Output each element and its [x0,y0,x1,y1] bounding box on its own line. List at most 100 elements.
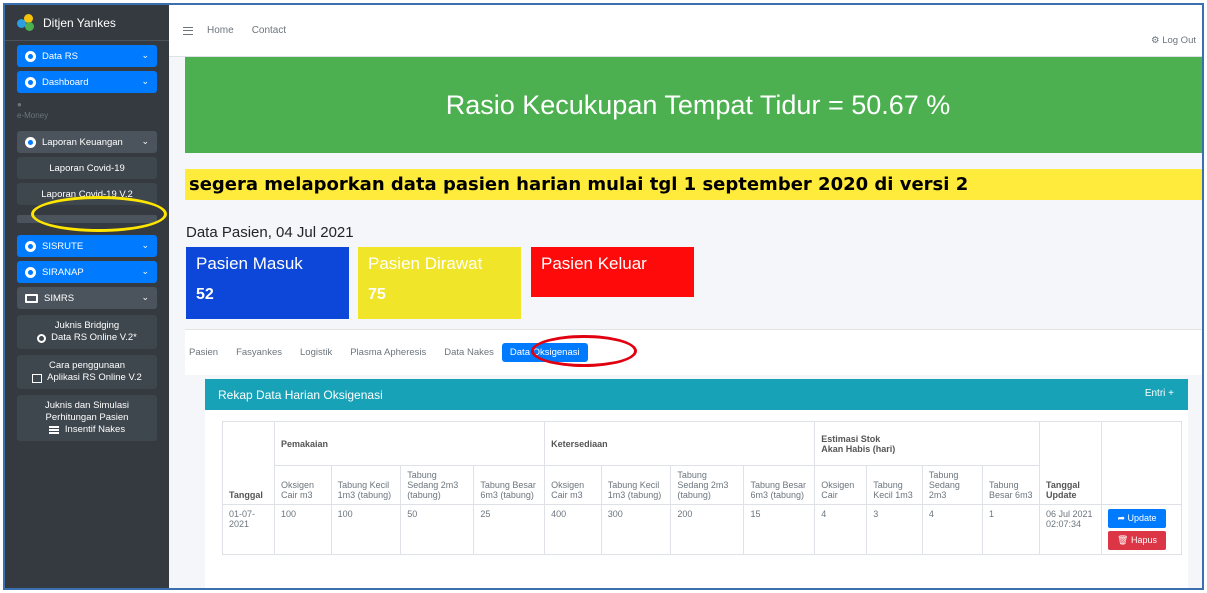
table-header: Tabung Sedang 2m3 (tabung) [400,465,475,505]
sidebar-item-label: Data RS [42,50,78,62]
update-button[interactable]: ➦ Update [1108,509,1166,528]
sidebar-item-label: SIRANAP [42,266,84,278]
sidebar-item-cara-penggunaan[interactable]: Cara penggunaan Aplikasi RS Online V.2 [17,355,157,389]
cell-update: 06 Jul 2021 02:07:34 [1039,504,1102,555]
cell: 25 [473,504,546,555]
dashboard-icon: ● [17,100,22,109]
stat-label: Pasien Masuk [196,254,303,273]
stat-pasien-masuk: Pasien Masuk 52 [186,247,349,319]
stat-pasien-dirawat: Pasien Dirawat 75 [358,247,521,319]
cell: 4 [814,504,868,555]
table-header: Tabung Sedang 2m3 (tabung) [670,465,745,505]
chevron-down-icon: ⌄ [141,136,149,146]
top-navbar: Home Contact ⚙ Log Out [169,5,1202,57]
stat-label: Pasien Keluar [541,254,647,273]
brand-name: Ditjen Yankes [43,15,116,30]
hapus-button[interactable]: 🗑 Hapus [1108,531,1166,550]
brand-logo-icon [17,13,35,32]
entri-button[interactable]: Entri + [1145,388,1174,399]
bed-ratio-banner: Rasio Kecukupan Tempat Tidur = 50.67 % [185,57,1202,153]
dashboard-icon [25,266,36,278]
table-header: Oksigen Cair [814,465,868,505]
logout-link[interactable]: ⚙ Log Out [1151,35,1196,46]
cell: 400 [544,504,602,555]
sidebar-item-sisrute[interactable]: SISRUTE ⌄ [17,235,157,257]
sidebar-item-laporan-covid[interactable]: Laporan Covid-19 [17,157,157,179]
tab-fasyankes[interactable]: Fasyankes [236,347,282,358]
sidebar-item-label: Laporan Keuangan [42,136,123,148]
app-frame: Ditjen Yankes Data RS ⌄ Dashboard ⌄ ● e-… [3,3,1204,590]
table-header: Tabung Besar 6m3 (tabung) [743,465,816,505]
gear-icon [37,333,47,343]
sidebar-item-label: SIMRS [44,292,75,304]
cell-tanggal: 01-07-2021 [222,504,275,555]
sidebar-item-label: Insentif Nakes [64,424,126,435]
tab-data-oksigenasi[interactable]: Data Oksigenasi [501,343,588,362]
sidebar-item-laporan-keuangan[interactable]: Laporan Keuangan ⌄ [17,131,157,153]
sidebar-item-simrs[interactable]: SIMRS ⌄ [17,287,157,309]
brand[interactable]: Ditjen Yankes [5,5,169,41]
cell: 100 [274,504,332,555]
nav-home[interactable]: Home [207,25,234,36]
sidebar-item-label: Data RS Online V.2* [51,332,137,343]
sidebar-item-juknis-bridging[interactable]: Juknis Bridging Data RS Online V.2* [17,315,157,349]
chevron-down-icon: ⌄ [141,266,149,276]
tab-data-nakes[interactable]: Data Nakes [444,347,494,358]
tab-pasien[interactable]: Pasien [189,347,218,358]
sidebar-item-label: e-Money [17,111,49,120]
chevron-down-icon: ⌄ [141,50,149,60]
table-header: Tabung Kecil 1m3 (tabung) [600,465,672,505]
cell: 50 [400,504,475,555]
sidebar-item-dashboard[interactable]: Dashboard ⌄ [17,71,157,93]
table-header: Tanggal [222,421,275,505]
nav-contact[interactable]: Contact [252,25,286,36]
sidebar-item-label: Laporan Covid-19 [49,162,125,174]
cell: 1 [982,504,1040,555]
sidebar-divider [17,215,157,223]
sidebar-item-label: Juknis dan Simulasi [45,400,129,411]
tab-logistik[interactable]: Logistik [300,347,332,358]
table-header: Ketersediaan [544,421,816,466]
sidebar-item-laporan-covid-v2[interactable]: Laporan Covid-19 V.2 [17,183,157,205]
card-header: Rekap Data Harian Oksigenasi Entri + [205,379,1188,410]
table-header: Oksigen Cair m3 [544,465,602,505]
table-header: Pemakaian [273,421,546,466]
chevron-down-icon: ⌄ [141,292,149,302]
stat-label: Pasien Dirawat [368,254,483,273]
list-icon [48,426,59,434]
cell: 3 [866,504,923,555]
edit-icon [32,373,43,383]
sidebar-item-label: Aplikasi RS Online V.2 [47,372,142,383]
card-title: Rekap Data Harian Oksigenasi [218,387,383,402]
table-header: Tanggal Update [1039,421,1102,505]
gear-icon: ⚙ [1151,35,1163,46]
chevron-down-icon: ⌄ [141,240,149,250]
sidebar-item-label: Juknis Bridging [54,320,120,331]
dashboard-icon [25,136,36,148]
data-pasien-title: Data Pasien, 04 Jul 2021 [186,224,354,241]
dashboard-icon [25,50,36,62]
cell: 300 [600,504,672,555]
table-header: Oksigen Cair m3 [274,465,332,505]
sidebar-item-juknis-simulasi[interactable]: Juknis dan Simulasi Perhitungan Pasien I… [17,395,157,441]
cell: 15 [743,504,816,555]
table-header: Tabung Kecil 1m3 (tabung) [330,465,402,505]
sidebar-item-label: SISRUTE [42,240,84,252]
chevron-down-icon: ⌄ [141,76,149,86]
monitor-icon [25,293,38,303]
menu-toggle-icon[interactable] [183,26,193,35]
cell: 200 [670,504,745,555]
tab-plasma-apheresis[interactable]: Plasma Apheresis [350,347,426,358]
sidebar-item-emoney[interactable]: ● e-Money [5,99,169,121]
sidebar-item-siranap[interactable]: SIRANAP ⌄ [17,261,157,283]
dashboard-icon [25,240,36,252]
cell-actions: ➦ Update 🗑 Hapus [1101,504,1182,555]
dashboard-icon [25,76,36,88]
sidebar-item-label: Perhitungan Pasien [45,412,129,423]
sidebar-item-data-rs[interactable]: Data RS ⌄ [17,45,157,67]
table-header: Estimasi Stok Akan Habis (hari) [814,421,1040,466]
table-row: 01-07-2021 100 100 50 25 400 300 200 15 … [222,504,1182,555]
table-header: Tabung Kecil 1m3 [866,465,923,505]
cell: 100 [330,504,402,555]
cell: 4 [921,504,984,555]
